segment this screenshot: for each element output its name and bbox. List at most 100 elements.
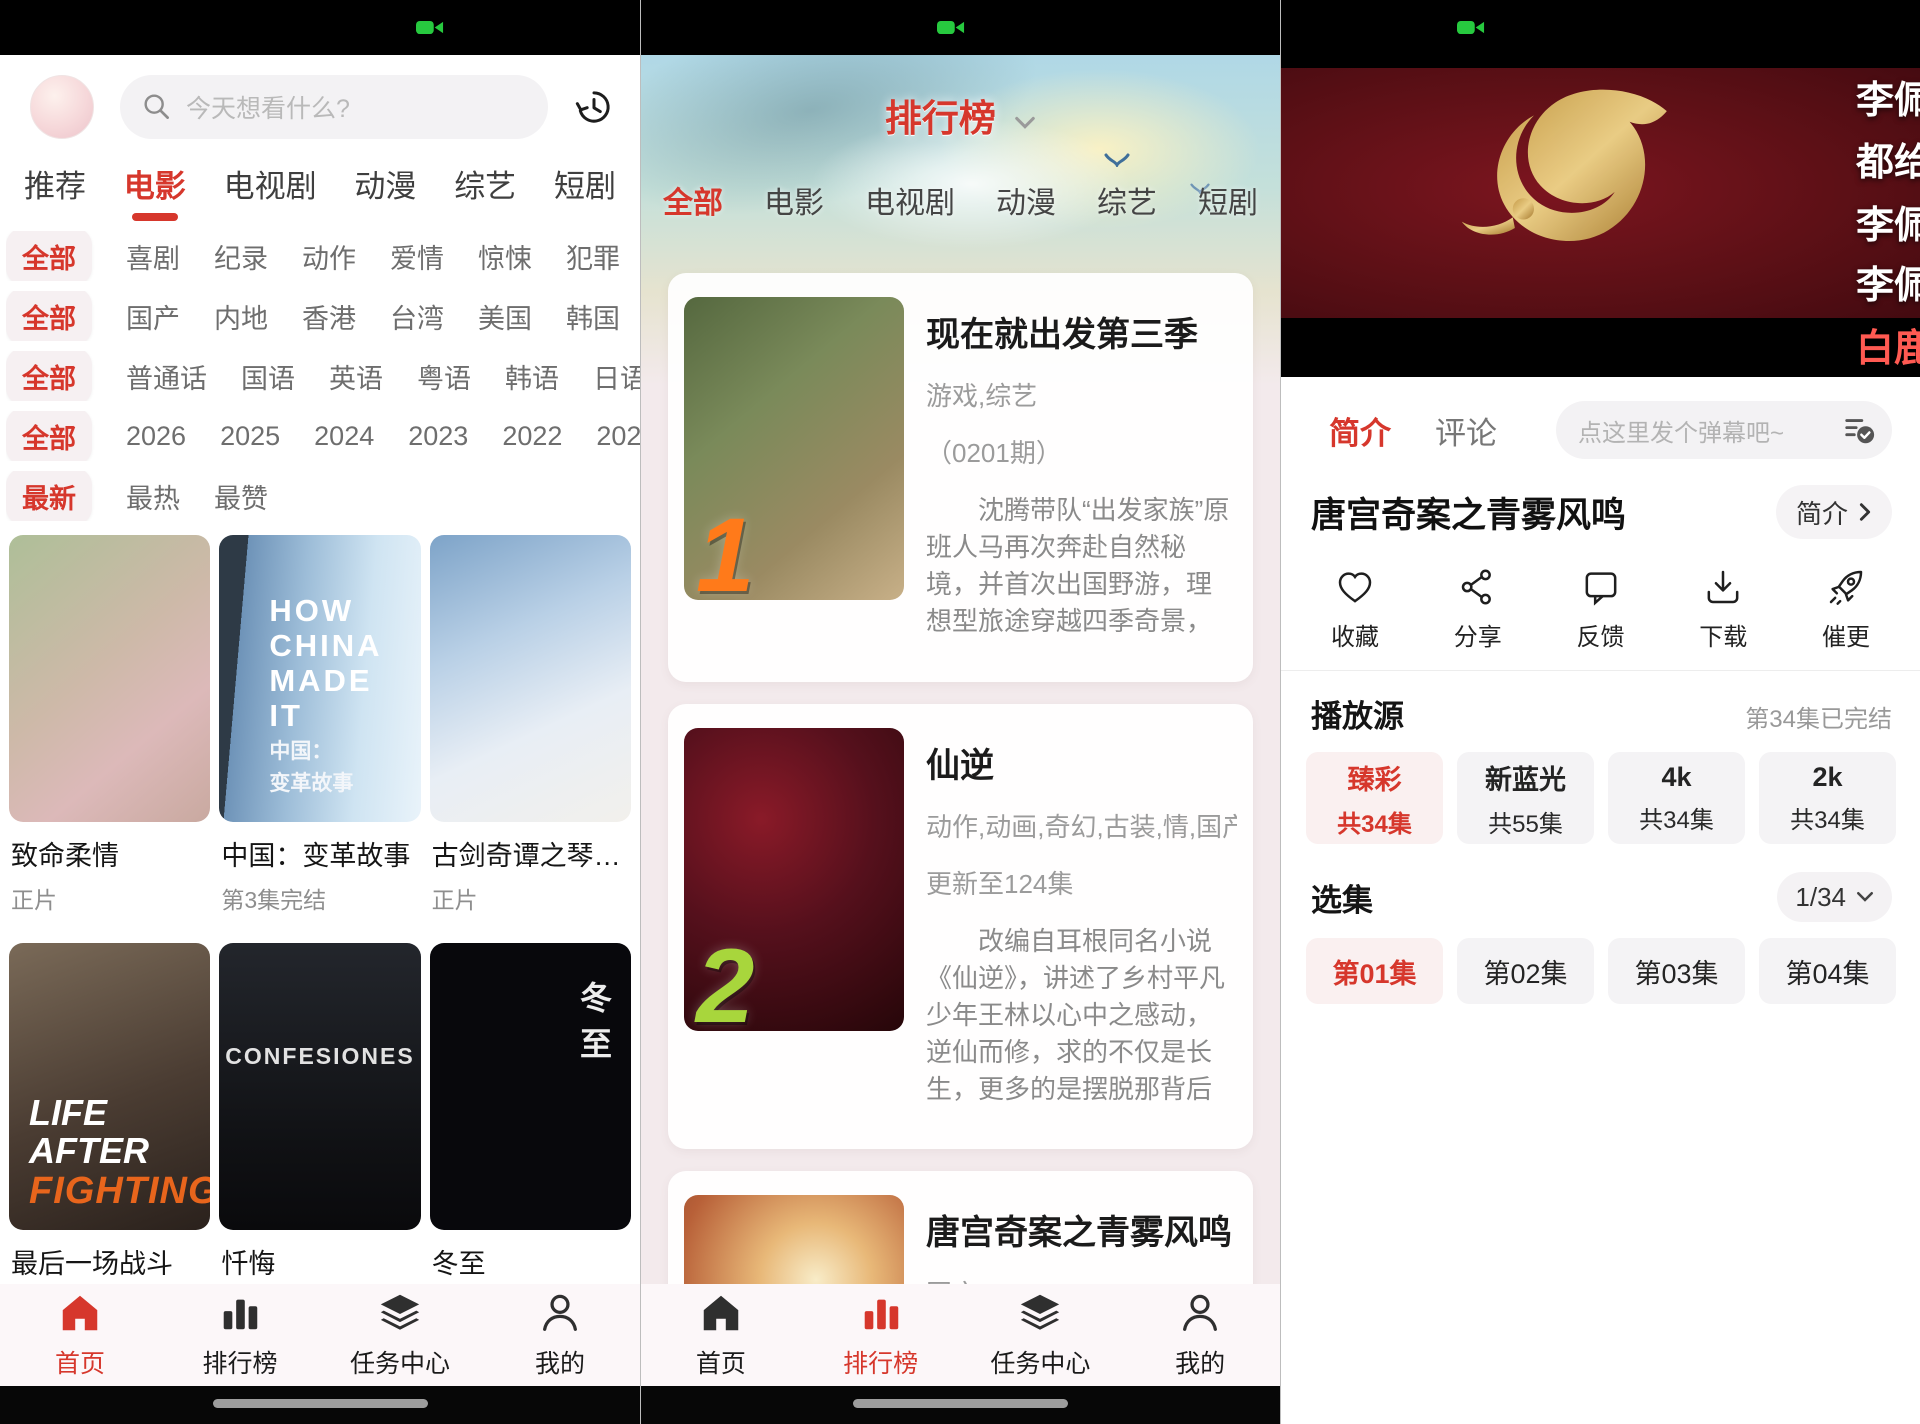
- filter-all[interactable]: 全部: [6, 351, 92, 401]
- tab-movie[interactable]: 电影: [764, 178, 824, 222]
- filter-option[interactable]: 2023: [408, 421, 468, 452]
- ranking-card[interactable]: 2 仙逆 动作,动画,奇幻,古装,情,国产动… 更新至124集 改编自耳根同名小…: [668, 704, 1253, 1149]
- ranking-info: 仙逆 动作,动画,奇幻,古装,情,国产动… 更新至124集 改编自耳根同名小说《…: [926, 728, 1237, 1109]
- tab-intro[interactable]: 简介: [1329, 408, 1391, 453]
- ranking-title-dropdown[interactable]: 排行榜: [641, 88, 1280, 142]
- filter-option[interactable]: 2024: [314, 421, 374, 452]
- feedback-button[interactable]: 反馈: [1577, 567, 1625, 652]
- home-indicator[interactable]: [853, 1399, 1068, 1408]
- filter-all[interactable]: 全部: [6, 411, 92, 461]
- movie-card[interactable]: 古剑奇谭之琴… 正片: [430, 535, 631, 943]
- filter-option[interactable]: 英语: [329, 357, 383, 396]
- episode-button[interactable]: 第01集: [1306, 938, 1443, 1004]
- history-icon[interactable]: [574, 87, 614, 127]
- movie-poster: 冬至: [430, 943, 631, 1230]
- sort-hottest[interactable]: 最热: [126, 477, 180, 516]
- episode-button[interactable]: 第02集: [1457, 938, 1594, 1004]
- tab-shortdrama[interactable]: 短剧: [554, 161, 616, 221]
- video-player[interactable]: 李佩 都给 李佩 李佩 白鹿: [1281, 55, 1920, 377]
- filter-option[interactable]: 2026: [126, 421, 186, 452]
- source-option[interactable]: 新蓝光 共55集: [1457, 752, 1594, 844]
- ranking-item-genres: 游戏,综艺: [926, 376, 1237, 413]
- tab-tv[interactable]: 电视剧: [224, 161, 317, 221]
- source-option[interactable]: 4k 共34集: [1608, 752, 1745, 844]
- tab-anime[interactable]: 动漫: [354, 161, 416, 221]
- danmaku-comment: 李佩: [1856, 194, 1920, 249]
- source-option[interactable]: 臻彩 共34集: [1306, 752, 1443, 844]
- danmaku-settings-icon[interactable]: [1842, 413, 1876, 447]
- sort-mostliked[interactable]: 最赞: [214, 477, 268, 516]
- home-indicator[interactable]: [213, 1399, 428, 1408]
- filter-option[interactable]: 香港: [302, 297, 356, 336]
- filter-option[interactable]: 粤语: [417, 357, 471, 396]
- tab-tv[interactable]: 电视剧: [865, 178, 955, 222]
- filter-option[interactable]: 2021: [596, 421, 640, 452]
- avatar[interactable]: [30, 75, 94, 139]
- ranking-card[interactable]: 1 现在就出发第三季 游戏,综艺 （0201期） 沈腾带队“出发家族”原班人马再…: [668, 273, 1253, 682]
- filter-option[interactable]: 惊悚: [478, 237, 532, 276]
- nav-tasks[interactable]: 任务中心: [961, 1284, 1121, 1386]
- source-header: 播放源 第34集已完结: [1311, 691, 1892, 736]
- nav-profile[interactable]: 我的: [480, 1284, 640, 1386]
- urge-update-button[interactable]: 催更: [1822, 567, 1870, 652]
- danmaku-comment: 李佩: [1856, 254, 1920, 309]
- episode-button[interactable]: 第03集: [1608, 938, 1745, 1004]
- filter-option[interactable]: 喜剧: [126, 237, 180, 276]
- filter-option[interactable]: 普通话: [126, 357, 207, 396]
- filter-option[interactable]: 日语: [593, 357, 640, 396]
- sort-latest[interactable]: 最新: [6, 471, 92, 521]
- nav-home[interactable]: 首页: [0, 1284, 160, 1386]
- poster-text: CONFESIONES: [219, 1043, 420, 1070]
- nav-tasks[interactable]: 任务中心: [320, 1284, 480, 1386]
- tab-comments[interactable]: 评论: [1435, 408, 1497, 453]
- filter-option[interactable]: 爱情: [390, 237, 444, 276]
- filter-option[interactable]: 国产: [126, 297, 180, 336]
- filter-all[interactable]: 全部: [6, 291, 92, 341]
- share-button[interactable]: 分享: [1454, 567, 1502, 652]
- nav-ranking[interactable]: 排行榜: [801, 1284, 961, 1386]
- filter-option[interactable]: 韩国: [566, 297, 620, 336]
- divider: [1281, 670, 1920, 671]
- intro-more-button[interactable]: 简介: [1776, 485, 1892, 539]
- source-option[interactable]: 2k 共34集: [1759, 752, 1896, 844]
- movie-card[interactable]: 致命柔情 正片: [9, 535, 210, 943]
- tab-anime[interactable]: 动漫: [996, 178, 1056, 222]
- filter-row-region: 全部 国产 内地 香港 台湾 美国 韩国 日本: [6, 291, 640, 341]
- filter-all[interactable]: 全部: [6, 231, 92, 281]
- danmaku-input[interactable]: 点这里发个弹幕吧~: [1556, 401, 1892, 459]
- tab-variety[interactable]: 综艺: [454, 161, 516, 221]
- favorite-button[interactable]: 收藏: [1331, 567, 1379, 652]
- ranking-poster: 2: [684, 728, 904, 1031]
- nav-ranking[interactable]: 排行榜: [160, 1284, 320, 1386]
- tab-recommend[interactable]: 推荐: [24, 161, 86, 221]
- filter-option[interactable]: 韩语: [505, 357, 559, 396]
- movie-card[interactable]: HOW CHINA MADE IT 中国： 变革故事 中国：变革故事 第3集完结: [219, 535, 420, 943]
- filter-option[interactable]: 2025: [220, 421, 280, 452]
- filter-option[interactable]: 犯罪: [566, 237, 620, 276]
- episode-button[interactable]: 第04集: [1759, 938, 1896, 1004]
- search-input[interactable]: 今天想看什么?: [120, 75, 548, 139]
- bottom-nav: 首页 排行榜 任务中心 我的: [641, 1284, 1280, 1386]
- ranking-poster: 1: [684, 297, 904, 600]
- tab-variety[interactable]: 综艺: [1097, 178, 1157, 222]
- tab-all[interactable]: 全部: [663, 178, 723, 222]
- filter-rows: 全部 喜剧 纪录 动作 爱情 惊悚 犯罪 冒险 全部 国产 内地 香港 台湾 美…: [0, 231, 640, 521]
- nav-home[interactable]: 首页: [641, 1284, 801, 1386]
- home-screen: 今天想看什么? 推荐 电影 电视剧 动漫 综艺 短剧 全部 喜剧 纪录 动作 爱…: [0, 0, 640, 1424]
- filter-option[interactable]: 2022: [502, 421, 562, 452]
- filter-option[interactable]: 内地: [214, 297, 268, 336]
- nav-profile[interactable]: 我的: [1120, 1284, 1280, 1386]
- poster-line: 中国：: [269, 739, 382, 765]
- tab-movie[interactable]: 电影: [124, 161, 186, 221]
- nav-label: 排行榜: [843, 1344, 918, 1380]
- filter-option[interactable]: 纪录: [214, 237, 268, 276]
- filter-row-sort: 最新 最热 最赞: [6, 471, 640, 521]
- filter-option[interactable]: 美国: [478, 297, 532, 336]
- apsara-gold-figure: [1449, 78, 1704, 293]
- download-button[interactable]: 下载: [1699, 567, 1747, 652]
- filter-option[interactable]: 国语: [241, 357, 295, 396]
- tab-shortdrama[interactable]: 短剧: [1198, 178, 1258, 222]
- filter-option[interactable]: 动作: [302, 237, 356, 276]
- episode-range-dropdown[interactable]: 1/34: [1777, 872, 1892, 922]
- filter-option[interactable]: 台湾: [390, 297, 444, 336]
